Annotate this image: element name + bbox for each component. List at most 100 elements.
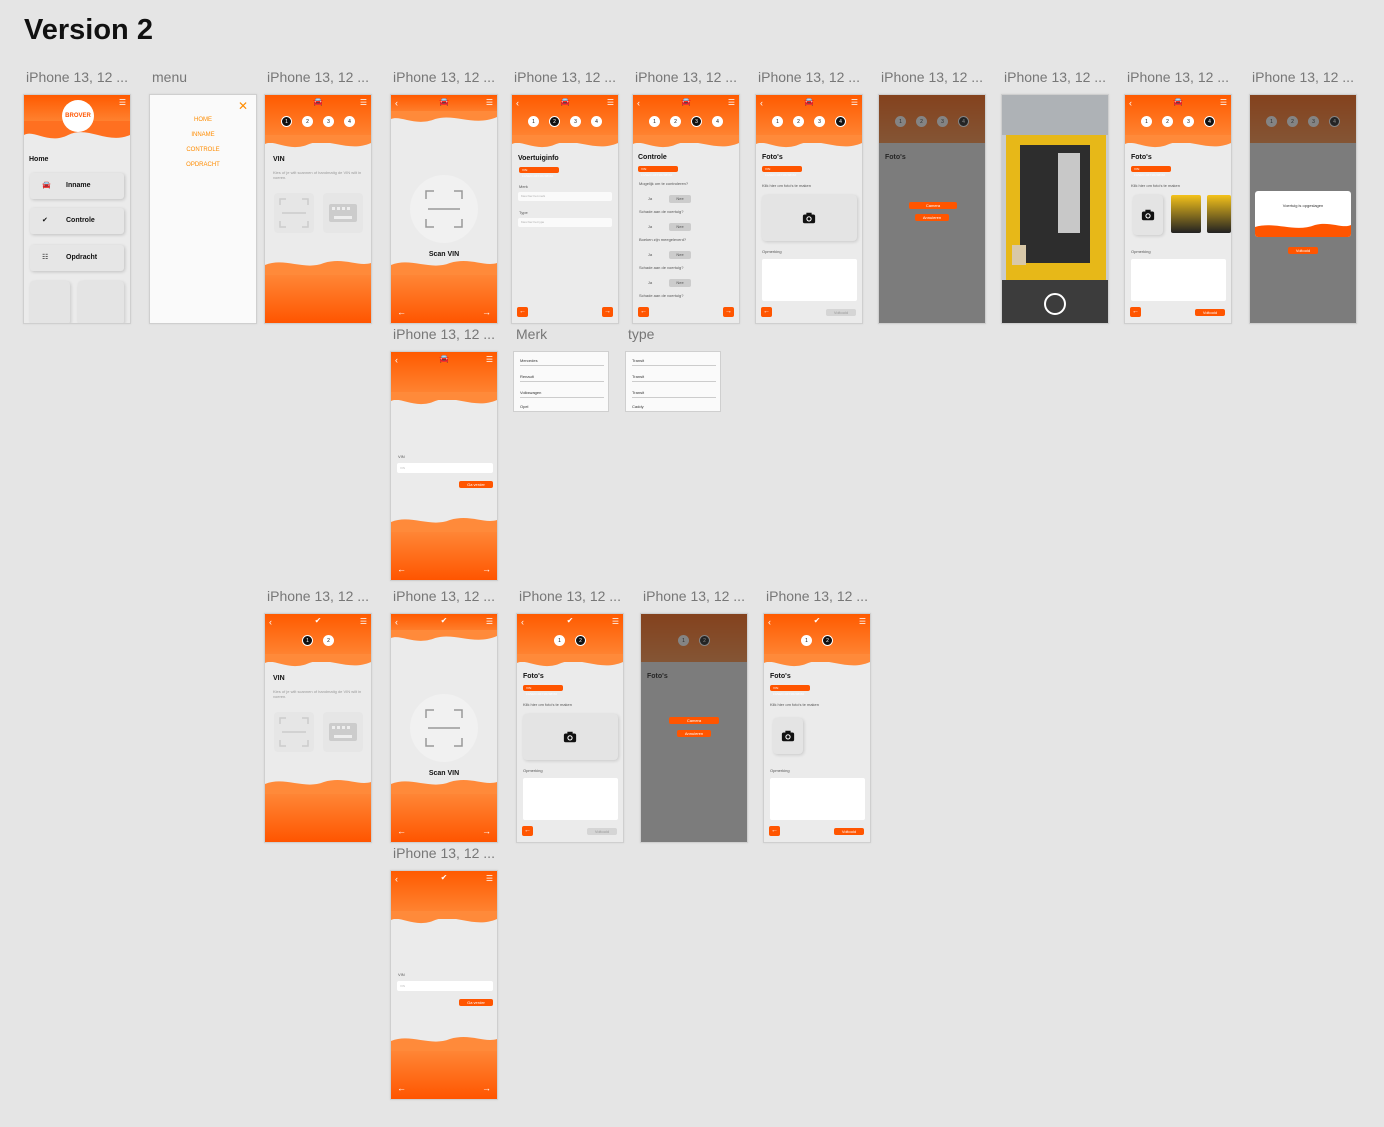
car-icon: 🚘 bbox=[313, 97, 323, 106]
back-arrow-icon[interactable]: ‹ bbox=[395, 356, 398, 365]
list-item[interactable]: Opel bbox=[520, 402, 604, 411]
back-arrow-icon[interactable]: ‹ bbox=[1129, 99, 1132, 108]
list-item[interactable]: Transit bbox=[632, 356, 716, 366]
remark-textarea[interactable] bbox=[1131, 259, 1226, 301]
keyboard-tile[interactable] bbox=[323, 193, 363, 233]
hamburger-icon[interactable]: ☰ bbox=[486, 356, 493, 364]
back-arrow-icon[interactable]: ‹ bbox=[516, 99, 519, 108]
hamburger-icon[interactable]: ☰ bbox=[1220, 99, 1227, 107]
vin-input[interactable]: VIN bbox=[397, 463, 493, 473]
remark-textarea[interactable] bbox=[770, 778, 865, 820]
vin-input[interactable]: VIN bbox=[397, 981, 493, 991]
voltooid-button[interactable]: Voltooid bbox=[1288, 247, 1318, 254]
back-arrow-icon[interactable]: ‹ bbox=[637, 99, 640, 108]
back-button[interactable]: ← bbox=[517, 307, 528, 317]
voltooid-button[interactable]: Voltooid bbox=[834, 828, 864, 835]
back-arrow-icon[interactable]: ‹ bbox=[760, 99, 763, 108]
shutter-button[interactable] bbox=[1044, 293, 1066, 315]
camera-tile[interactable] bbox=[773, 718, 803, 754]
list-item[interactable]: Transit bbox=[632, 372, 716, 382]
forward-arrow-icon[interactable]: → bbox=[482, 308, 491, 317]
back-arrow-icon[interactable]: ‹ bbox=[269, 618, 272, 627]
forward-button[interactable]: → bbox=[602, 307, 613, 317]
back-arrow-icon[interactable]: ‹ bbox=[768, 618, 771, 627]
menu-item-opdracht[interactable]: OPDRACHT bbox=[150, 162, 256, 168]
scan-tile[interactable] bbox=[274, 712, 314, 752]
ga-verder-button[interactable]: Ga verder bbox=[459, 481, 493, 488]
tile[interactable] bbox=[30, 281, 70, 323]
remark-textarea[interactable] bbox=[523, 778, 618, 820]
back-button[interactable]: ← bbox=[761, 307, 772, 317]
scan-button[interactable] bbox=[410, 694, 478, 762]
hamburger-icon[interactable]: ☰ bbox=[360, 618, 367, 626]
forward-arrow-icon[interactable]: → bbox=[482, 827, 491, 836]
hamburger-icon[interactable]: ☰ bbox=[486, 875, 493, 883]
opdracht-button[interactable]: ☷ Opdracht bbox=[30, 245, 124, 271]
tile[interactable] bbox=[78, 281, 124, 323]
ja-button[interactable]: Ja bbox=[639, 251, 661, 259]
list-item[interactable]: Caddy bbox=[632, 402, 716, 411]
scan-button[interactable] bbox=[410, 175, 478, 243]
hamburger-icon[interactable]: ☰ bbox=[360, 99, 367, 107]
voltooid-button[interactable]: Voltooid bbox=[826, 309, 856, 316]
menu-item-inname[interactable]: INNAME bbox=[150, 132, 256, 138]
hamburger-icon[interactable]: ☰ bbox=[607, 99, 614, 107]
camera-option[interactable]: Camera bbox=[909, 202, 957, 209]
list-item[interactable]: Renault bbox=[520, 372, 604, 382]
forward-arrow-icon[interactable]: → bbox=[482, 565, 491, 574]
back-button[interactable]: ← bbox=[522, 826, 533, 836]
nee-button[interactable]: Nee bbox=[669, 223, 691, 231]
back-arrow-icon[interactable]: ‹ bbox=[395, 618, 398, 627]
back-arrow-icon[interactable]: ← bbox=[397, 565, 406, 574]
forward-arrow-icon[interactable]: → bbox=[482, 1084, 491, 1093]
camera-tile[interactable] bbox=[762, 195, 857, 241]
ja-button[interactable]: Ja bbox=[639, 223, 661, 231]
hamburger-icon[interactable]: ☰ bbox=[851, 99, 858, 107]
scan-tile[interactable] bbox=[274, 193, 314, 233]
back-arrow-icon[interactable]: ← bbox=[397, 1084, 406, 1093]
hamburger-icon[interactable]: ☰ bbox=[728, 99, 735, 107]
ga-verder-button[interactable]: Ga verder bbox=[459, 999, 493, 1006]
cancel-option[interactable]: Annuleren bbox=[915, 214, 949, 221]
camera-tile[interactable] bbox=[523, 714, 618, 760]
voltooid-button[interactable]: Voltooid bbox=[587, 828, 617, 835]
nee-button[interactable]: Nee bbox=[669, 195, 691, 203]
menu-item-home[interactable]: HOME bbox=[150, 117, 256, 123]
photo-thumbnail[interactable] bbox=[1171, 195, 1201, 233]
menu-item-controle[interactable]: CONTROLE bbox=[150, 147, 256, 153]
ja-button[interactable]: Ja bbox=[639, 195, 661, 203]
close-icon[interactable]: ✕ bbox=[238, 99, 248, 113]
camera-option[interactable]: Camera bbox=[669, 717, 719, 724]
back-arrow-icon[interactable]: ‹ bbox=[395, 99, 398, 108]
back-button[interactable]: ← bbox=[769, 826, 780, 836]
hamburger-icon[interactable]: ☰ bbox=[119, 99, 126, 107]
controle-button[interactable]: ✔ Controle bbox=[30, 208, 124, 234]
keyboard-tile[interactable] bbox=[323, 712, 363, 752]
nee-button[interactable]: Nee bbox=[669, 251, 691, 259]
merk-select[interactable]: Kies hier het merk bbox=[518, 192, 612, 201]
photo-thumbnail[interactable] bbox=[1207, 195, 1231, 233]
back-arrow-icon[interactable]: ← bbox=[397, 827, 406, 836]
list-item[interactable]: Volkswagen bbox=[520, 388, 604, 398]
back-arrow-icon[interactable]: ‹ bbox=[521, 618, 524, 627]
list-item[interactable]: Mercedes bbox=[520, 356, 604, 366]
scan-icon bbox=[279, 198, 309, 228]
back-button[interactable]: ← bbox=[638, 307, 649, 317]
type-select[interactable]: Kies hier het type bbox=[518, 218, 612, 227]
hamburger-icon[interactable]: ☰ bbox=[612, 618, 619, 626]
voltooid-button[interactable]: Voltooid bbox=[1195, 309, 1225, 316]
inname-button[interactable]: 🚘 Inname bbox=[30, 173, 124, 199]
back-arrow-icon[interactable]: ← bbox=[397, 308, 406, 317]
nee-button[interactable]: Nee bbox=[669, 279, 691, 287]
back-arrow-icon[interactable]: ‹ bbox=[395, 875, 398, 884]
camera-tile[interactable] bbox=[1133, 195, 1163, 235]
cancel-option[interactable]: Annuleren bbox=[677, 730, 711, 737]
hamburger-icon[interactable]: ☰ bbox=[486, 618, 493, 626]
ja-button[interactable]: Ja bbox=[639, 279, 661, 287]
list-item[interactable]: Transit bbox=[632, 388, 716, 398]
hamburger-icon[interactable]: ☰ bbox=[859, 618, 866, 626]
remark-textarea[interactable] bbox=[762, 259, 857, 301]
hamburger-icon[interactable]: ☰ bbox=[486, 99, 493, 107]
forward-button[interactable]: → bbox=[723, 307, 734, 317]
back-button[interactable]: ← bbox=[1130, 307, 1141, 317]
